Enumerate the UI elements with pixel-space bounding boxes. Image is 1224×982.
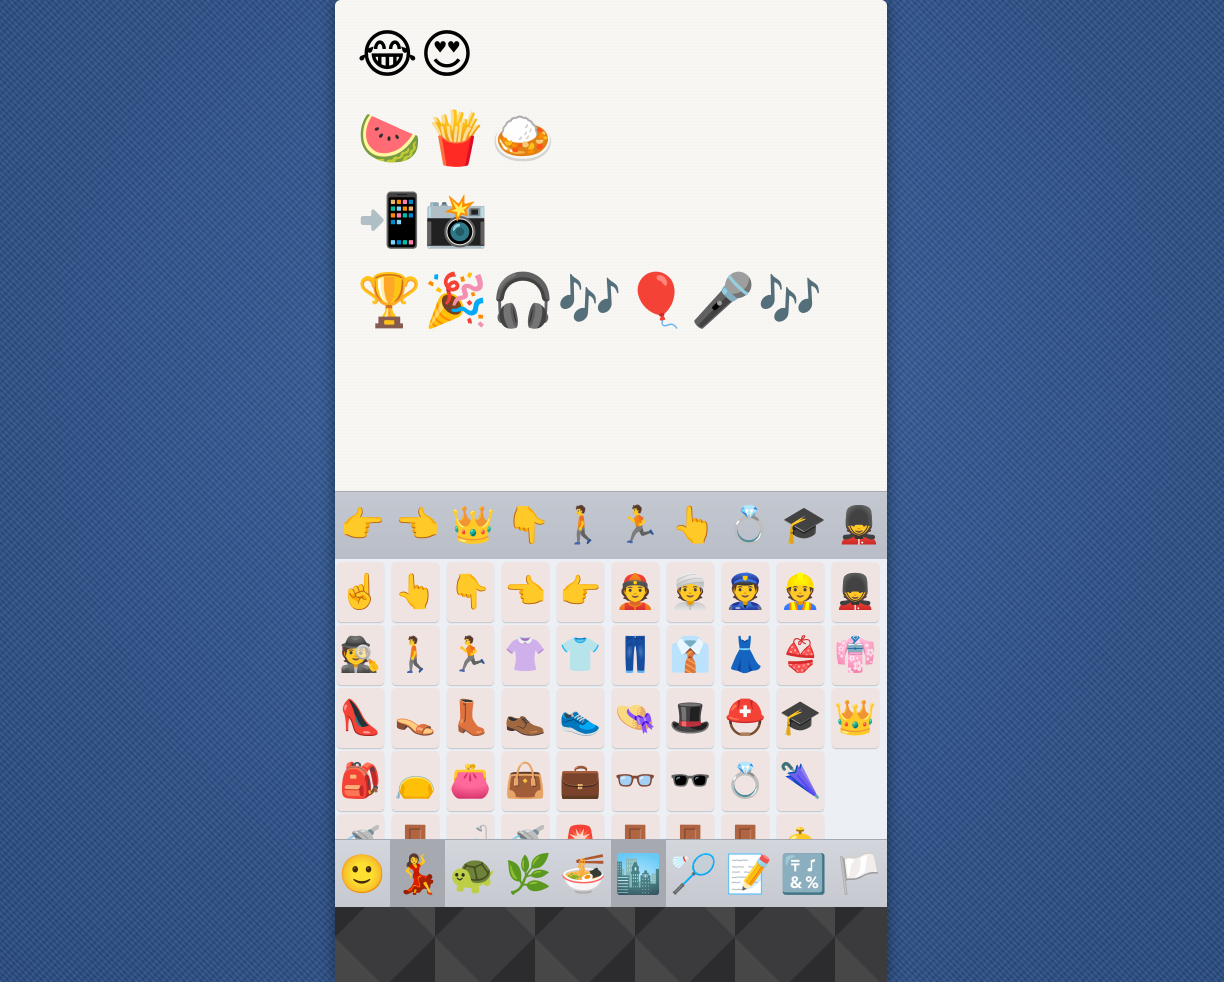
emoji-grid-scroll-area[interactable]: ☝️ 👆 👇 👈 👉 👲 👳 👮 👷 💂 🕵️ 🚶 🏃 👚 👕 👖 👔 👗 👙 👘 👠 👡 👢 👞 👟 👒 🎩 ⛑️ 🎓 👑 🎒 👝 👛 👜 💼 👓 🕶… [335, 559, 887, 839]
emoji-key[interactable]: 👟 [557, 688, 604, 748]
emoji-grid: ☝️ 👆 👇 👈 👉 👲 👳 👮 👷 💂 🕵️ 🚶 🏃 👚 👕 👖 👔 👗 👙 👘 👠 👡 👢 👞 👟 👒 🎩 ⛑️ 🎓 👑 🎒 👝 👛 👜 💼 👓 🕶… [337, 562, 887, 839]
emoji-key[interactable]: 🚿 [337, 814, 384, 839]
emoji-key[interactable]: 💂 [832, 562, 879, 622]
emoji-key[interactable]: 🚪 [722, 814, 769, 839]
category-tab-places[interactable]: 🏙️ [610, 840, 667, 908]
emoji-key[interactable]: 👈 [502, 562, 549, 622]
emoji-key[interactable]: 🎩 [667, 688, 714, 748]
compose-line: 🍉🍟🍛 [357, 109, 558, 169]
emoji-key[interactable]: 👔 [667, 625, 714, 685]
recent-emoji-key[interactable]: 💍 [721, 496, 776, 556]
emoji-key[interactable]: 👒 [612, 688, 659, 748]
category-tab-people[interactable]: 💃 [390, 840, 446, 908]
empty-key-slot [832, 814, 879, 839]
recent-emoji-bar: 👉 👈 👑 👇 🚶 🏃 👆 💍 🎓 💂 [335, 491, 887, 560]
emoji-key[interactable]: 🌂 [777, 751, 824, 811]
recent-emoji-key[interactable]: 👑 [445, 496, 500, 556]
emoji-key[interactable]: 🎒 [337, 751, 384, 811]
emoji-key[interactable]: 👇 [447, 562, 494, 622]
emoji-key[interactable]: ☝️ [337, 562, 384, 622]
emoji-key[interactable]: 👗 [722, 625, 769, 685]
compose-line: 📲📸 [357, 191, 491, 251]
recent-emoji-key[interactable]: 🏃 [611, 496, 666, 556]
emoji-key[interactable]: 🛎️ [777, 814, 824, 839]
emoji-key[interactable]: 👆 [392, 562, 439, 622]
emoji-key[interactable]: 👕 [557, 625, 604, 685]
recent-emoji-key[interactable]: 👈 [390, 496, 445, 556]
category-tab-food[interactable]: 🍜 [556, 840, 611, 908]
recent-emoji-key[interactable]: 🎓 [777, 496, 832, 556]
recent-emoji-key[interactable]: 🚶 [556, 496, 611, 556]
emoji-key[interactable]: 👖 [612, 625, 659, 685]
emoji-key[interactable]: 👜 [502, 751, 549, 811]
emoji-key[interactable]: 👮 [722, 562, 769, 622]
emoji-key[interactable]: 👉 [557, 562, 604, 622]
emoji-key[interactable]: 💍 [722, 751, 769, 811]
category-tab-nature[interactable]: 🌿 [501, 840, 556, 908]
emoji-key[interactable]: 🏃 [447, 625, 494, 685]
emoji-key[interactable]: 👳 [667, 562, 714, 622]
emoji-key[interactable]: 👢 [447, 688, 494, 748]
emoji-key[interactable]: 👠 [337, 688, 384, 748]
emoji-key[interactable]: 🛁 [447, 814, 494, 839]
emoji-key[interactable]: 🚪 [612, 814, 659, 839]
phone-screen: 😂😍 🍉🍟🍛 📲📸 🏆🎉🎧🎶🎈🎤🎶 👉 👈 👑 👇 🚶 🏃 👆 💍 🎓 💂 ☝️… [335, 0, 887, 982]
emoji-key[interactable]: 👝 [392, 751, 439, 811]
category-tab-symbols[interactable]: 🔣 [777, 840, 832, 908]
recent-emoji-key[interactable]: 👉 [335, 496, 390, 556]
emoji-key[interactable]: 👡 [392, 688, 439, 748]
emoji-key[interactable]: 👚 [502, 625, 549, 685]
emoji-key[interactable]: 👙 [777, 625, 824, 685]
emoji-key[interactable]: 🚪 [392, 814, 439, 839]
compose-line: 🏆🎉🎧🎶🎈🎤🎶 [357, 271, 825, 331]
emoji-key[interactable]: ⛑️ [722, 688, 769, 748]
emoji-key[interactable]: 🚨 [557, 814, 604, 839]
category-tab-activities[interactable]: 🏸 [666, 840, 721, 908]
emoji-key[interactable]: 👓 [612, 751, 659, 811]
emoji-key[interactable]: 🚿 [502, 814, 549, 839]
emoji-key[interactable]: 👛 [447, 751, 494, 811]
emoji-key[interactable]: 👘 [832, 625, 879, 685]
empty-key-slot [832, 751, 879, 811]
emoji-key[interactable]: 👑 [832, 688, 879, 748]
category-tab-objects[interactable]: 📝 [721, 840, 776, 908]
emoji-key[interactable]: 🎓 [777, 688, 824, 748]
emoji-key[interactable]: 👞 [502, 688, 549, 748]
category-tab-animals[interactable]: 🐢 [445, 840, 500, 908]
wallpaper-strip [335, 907, 887, 982]
emoji-key[interactable]: 💼 [557, 751, 604, 811]
recent-emoji-key[interactable]: 👇 [501, 496, 556, 556]
category-tab-flags[interactable]: 🏳️ [832, 840, 887, 908]
compose-line: 😂😍 [357, 25, 476, 85]
emoji-key[interactable]: 👲 [612, 562, 659, 622]
emoji-key[interactable]: 🕶️ [667, 751, 714, 811]
emoji-key[interactable]: 🚶 [392, 625, 439, 685]
emoji-category-bar: 🙂 💃 🐢 🌿 🍜 🏙️ 🏸 📝 🔣 🏳️ [335, 839, 887, 908]
emoji-key[interactable]: 👷 [777, 562, 824, 622]
category-tab-smileys[interactable]: 🙂 [335, 840, 390, 908]
emoji-key[interactable]: 🕵️ [337, 625, 384, 685]
recent-emoji-key[interactable]: 💂 [832, 496, 887, 556]
message-compose-area[interactable]: 😂😍 🍉🍟🍛 📲📸 🏆🎉🎧🎶🎈🎤🎶 [335, 0, 887, 491]
emoji-key[interactable]: 🚪 [667, 814, 714, 839]
recent-emoji-key[interactable]: 👆 [666, 496, 721, 556]
